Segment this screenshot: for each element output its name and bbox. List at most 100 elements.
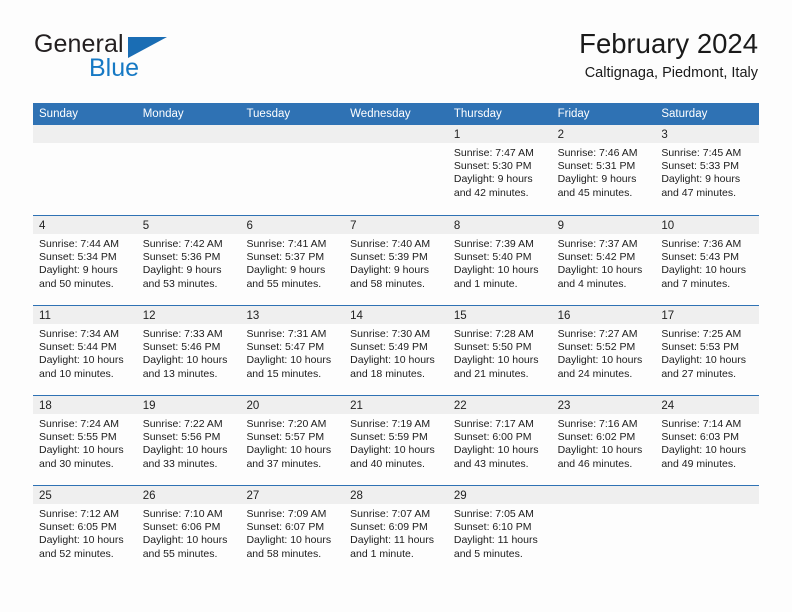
calendar-day-cell[interactable]: 7 Sunrise: 7:40 AM Sunset: 5:39 PM Daylight… [344, 216, 448, 305]
daylight-text-line1: Daylight: 10 hours [39, 534, 124, 547]
calendar-day-cell[interactable]: 22 Sunrise: 7:17 AM Sunset: 6:00 PM Dayligh… [447, 396, 552, 485]
sunrise-text: Sunrise: 7:14 AM [661, 418, 742, 430]
day-details: Sunrise: 7:28 AM Sunset: 5:50 PM Daylight:… [448, 324, 552, 381]
day-number-band: 6 [240, 216, 345, 234]
calendar-day-cell[interactable]: 26 Sunrise: 7:10 AM Sunset: 6:06 PM Dayligh… [136, 486, 241, 575]
day-number-band [33, 125, 137, 143]
daylight-text-line2: and 7 minutes. [661, 277, 731, 290]
sunset-text: Sunset: 6:05 PM [39, 521, 117, 534]
day-details: Sunrise: 7:42 AM Sunset: 5:36 PM Daylight:… [137, 234, 241, 291]
day-number-band: 26 [136, 486, 241, 504]
calendar-day-cell[interactable]: 27 Sunrise: 7:09 AM Sunset: 6:07 PM Dayligh… [240, 486, 345, 575]
daylight-text-line1: Daylight: 9 hours [142, 264, 222, 277]
day-number-band [136, 125, 241, 143]
calendar-day-cell[interactable]: 1 Sunrise: 7:47 AM Sunset: 5:30 PM Daylight… [447, 125, 552, 215]
calendar-week-row: 11 Sunrise: 7:34 AM Sunset: 5:44 PM Dayligh… [33, 305, 760, 395]
calendar-day-cell[interactable]: 29 Sunrise: 7:05 AM Sunset: 6:10 PM Dayligh… [447, 486, 552, 575]
day-number: 11 [39, 310, 51, 322]
day-details: Sunrise: 7:09 AM Sunset: 6:07 PM Daylight:… [240, 504, 344, 561]
calendar-day-cell[interactable]: 8 Sunrise: 7:39 AM Sunset: 5:40 PM Daylight… [447, 216, 552, 305]
sunset-text: Sunset: 5:43 PM [661, 251, 739, 264]
calendar-day-cell[interactable]: 23 Sunrise: 7:16 AM Sunset: 6:02 PM Dayligh… [551, 396, 656, 485]
calendar-day-cell[interactable]: 11 Sunrise: 7:34 AM Sunset: 5:44 PM Dayligh… [33, 306, 137, 395]
day-number-band: 5 [136, 216, 241, 234]
weekday-header-tuesday: Tuesday [246, 108, 291, 120]
day-number: 9 [557, 220, 564, 232]
day-number-band [240, 125, 345, 143]
sunrise-text: Sunrise: 7:45 AM [661, 147, 742, 159]
weekday-header-friday: Friday [557, 108, 590, 120]
weekday-header-sunday: Sunday [39, 108, 79, 120]
day-number-band [655, 486, 760, 504]
calendar-day-cell[interactable]: 18 Sunrise: 7:24 AM Sunset: 5:55 PM Dayligh… [33, 396, 137, 485]
sunrise-text: Sunrise: 7:30 AM [350, 328, 431, 340]
day-details: Sunrise: 7:10 AM Sunset: 6:06 PM Daylight:… [137, 504, 241, 561]
daylight-text-line2: and 30 minutes. [39, 457, 114, 470]
day-number-band: 25 [33, 486, 137, 504]
sunset-text: Sunset: 5:46 PM [142, 341, 221, 354]
calendar-day-cell[interactable]: 6 Sunrise: 7:41 AM Sunset: 5:37 PM Daylight… [240, 216, 345, 305]
calendar-day-cell[interactable]: 20 Sunrise: 7:20 AM Sunset: 5:57 PM Dayligh… [240, 396, 345, 485]
day-number: 23 [557, 400, 571, 412]
sunset-text: Sunset: 6:06 PM [142, 521, 221, 534]
day-details: Sunrise: 7:44 AM Sunset: 5:34 PM Daylight:… [33, 234, 137, 291]
calendar-day-cell[interactable]: 15 Sunrise: 7:28 AM Sunset: 5:50 PM Dayligh… [447, 306, 552, 395]
daylight-text-line1: Daylight: 10 hours [142, 354, 228, 367]
calendar-day-cell[interactable]: 19 Sunrise: 7:22 AM Sunset: 5:56 PM Dayligh… [136, 396, 241, 485]
day-number: 14 [350, 310, 363, 322]
calendar-day-cell[interactable]: 5 Sunrise: 7:42 AM Sunset: 5:36 PM Daylight… [136, 216, 241, 305]
calendar-grid: Sunday Monday Tuesday Wednesday Thursday Frid… [33, 103, 760, 575]
sunset-text: Sunset: 5:56 PM [142, 431, 221, 444]
daylight-text-line2: and 4 minutes. [557, 277, 627, 290]
daylight-text-line2: and 1 minute. [453, 277, 518, 290]
day-number-band: 7 [344, 216, 448, 234]
general-blue-logo[interactable]: General Blue [34, 32, 264, 90]
daylight-text-line2: and 33 minutes. [142, 457, 218, 470]
daylight-text-line2: and 18 minutes. [350, 367, 425, 380]
calendar-day-cell[interactable]: 16 Sunrise: 7:27 AM Sunset: 5:52 PM Dayligh… [551, 306, 656, 395]
day-number: 12 [142, 310, 156, 322]
sunrise-text: Sunrise: 7:22 AM [142, 418, 223, 430]
daylight-text-line2: and 45 minutes. [557, 186, 633, 199]
sunrise-text: Sunrise: 7:46 AM [557, 147, 638, 159]
daylight-text-line1: Daylight: 11 hours [453, 534, 538, 547]
day-details: Sunrise: 7:14 AM Sunset: 6:03 PM Daylight:… [655, 414, 759, 471]
day-number: 19 [142, 400, 156, 412]
day-number: 22 [453, 400, 467, 412]
calendar-day-cell[interactable]: 28 Sunrise: 7:07 AM Sunset: 6:09 PM Dayligh… [344, 486, 448, 575]
sunrise-text: Sunrise: 7:34 AM [39, 328, 119, 340]
day-number-band: 16 [551, 306, 656, 324]
sunset-text: Sunset: 5:31 PM [557, 160, 636, 173]
daylight-text-line1: Daylight: 11 hours [350, 534, 435, 547]
calendar-day-cell[interactable]: 4 Sunrise: 7:44 AM Sunset: 5:34 PM Daylight… [33, 216, 137, 305]
sunrise-text: Sunrise: 7:31 AM [246, 328, 327, 340]
daylight-text-line1: Daylight: 10 hours [142, 444, 228, 457]
logo-text-blue: Blue [89, 54, 140, 82]
calendar-day-cell[interactable]: 2 Sunrise: 7:46 AM Sunset: 5:31 PM Daylight… [551, 125, 656, 215]
sunrise-text: Sunrise: 7:25 AM [661, 328, 742, 340]
sunrise-text: Sunrise: 7:10 AM [142, 508, 223, 520]
daylight-text-line2: and 42 minutes. [453, 186, 529, 199]
sunrise-text: Sunrise: 7:07 AM [350, 508, 431, 520]
sunset-text: Sunset: 5:42 PM [557, 251, 636, 264]
day-number: 1 [453, 129, 461, 141]
day-number: 24 [661, 400, 675, 412]
calendar-day-cell[interactable]: 3 Sunrise: 7:45 AM Sunset: 5:33 PM Daylight… [655, 125, 760, 215]
calendar-day-cell[interactable]: 13 Sunrise: 7:31 AM Sunset: 5:47 PM Dayligh… [240, 306, 345, 395]
calendar-day-cell[interactable]: 14 Sunrise: 7:30 AM Sunset: 5:49 PM Dayligh… [344, 306, 448, 395]
day-number: 10 [661, 220, 675, 232]
calendar-day-cell[interactable]: 12 Sunrise: 7:33 AM Sunset: 5:46 PM Dayligh… [136, 306, 241, 395]
weekday-header-wednesday: Wednesday [350, 108, 411, 120]
calendar-day-cell[interactable]: 21 Sunrise: 7:19 AM Sunset: 5:59 PM Dayligh… [344, 396, 448, 485]
sunrise-text: Sunrise: 7:39 AM [453, 238, 534, 250]
daylight-text-line1: Daylight: 9 hours [557, 173, 637, 186]
calendar-day-cell[interactable]: 17 Sunrise: 7:25 AM Sunset: 5:53 PM Dayligh… [655, 306, 760, 395]
day-number: 20 [246, 400, 260, 412]
daylight-text-line2: and 58 minutes. [246, 547, 322, 560]
calendar-day-cell[interactable]: 24 Sunrise: 7:14 AM Sunset: 6:03 PM Dayligh… [655, 396, 760, 485]
day-number: 16 [557, 310, 571, 322]
calendar-day-cell[interactable]: 9 Sunrise: 7:37 AM Sunset: 5:42 PM Daylight… [551, 216, 656, 305]
sunset-text: Sunset: 6:10 PM [453, 521, 532, 534]
calendar-day-cell[interactable]: 25 Sunrise: 7:12 AM Sunset: 6:05 PM Dayligh… [33, 486, 137, 575]
calendar-day-cell[interactable]: 10 Sunrise: 7:36 AM Sunset: 5:43 PM Dayligh… [655, 216, 760, 305]
